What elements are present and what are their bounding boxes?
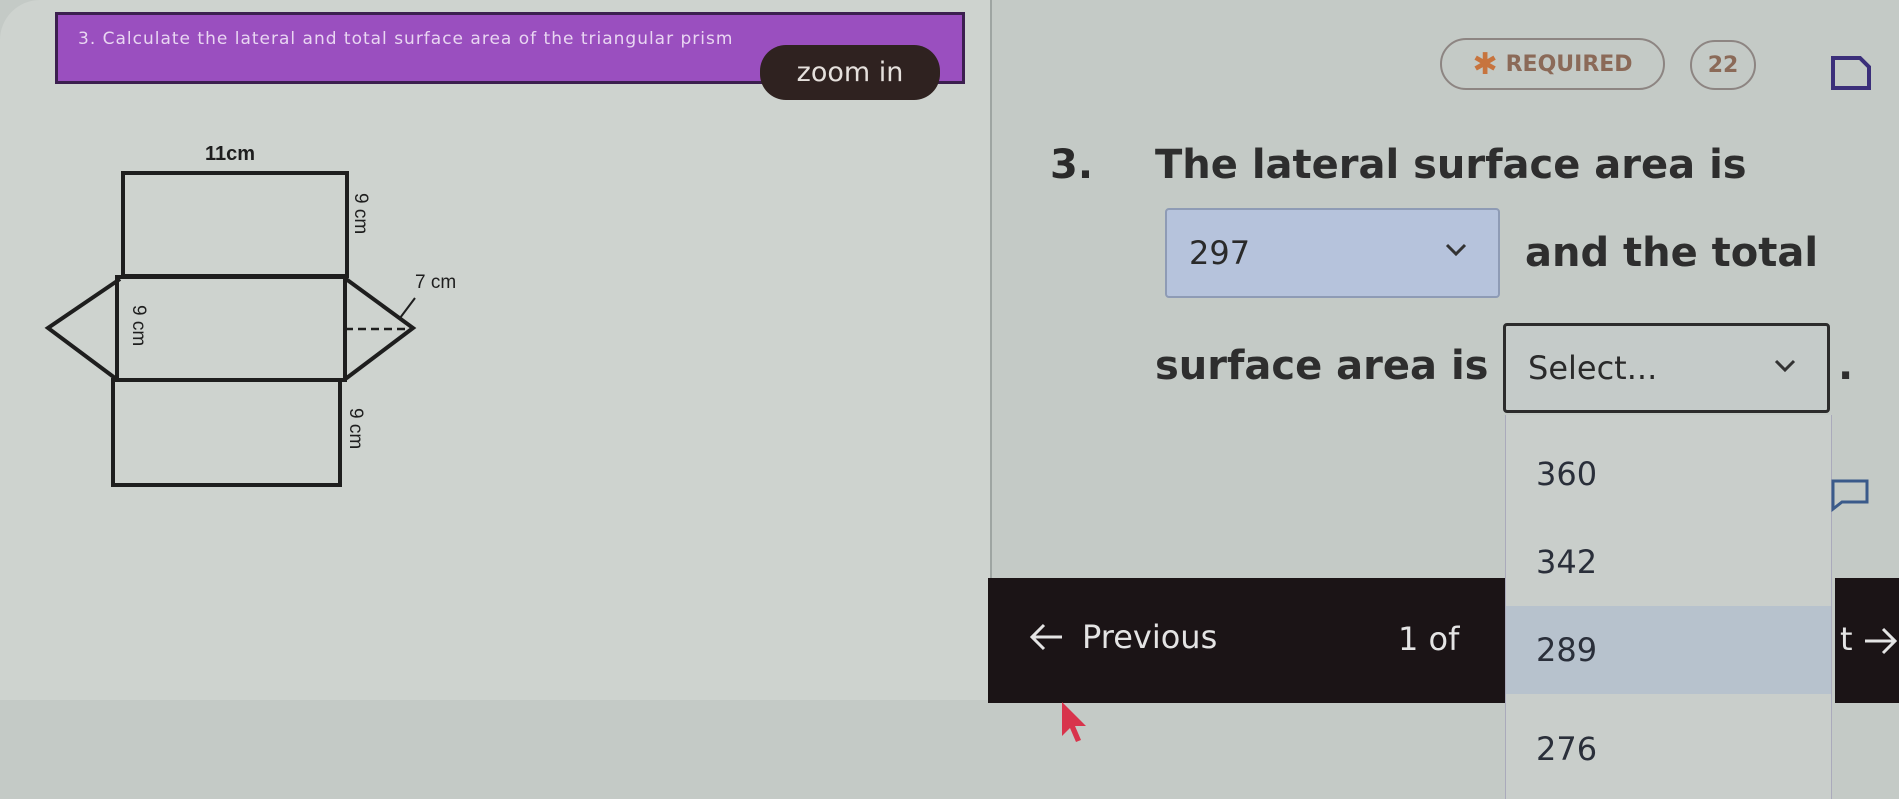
dropdown-value: Select... <box>1528 349 1658 387</box>
chevron-down-icon <box>1445 243 1467 257</box>
option-289[interactable]: 289 <box>1506 606 1831 694</box>
question-count-badge: 22 <box>1690 40 1756 90</box>
previous-label: Previous <box>1082 618 1218 656</box>
chevron-down-icon <box>1774 359 1796 373</box>
prism-net-diagram: 11cm 9 cm 7 cm 9 cm 9 cm <box>44 143 456 487</box>
question-number: 3. <box>1050 142 1094 188</box>
arrow-left-icon <box>1029 623 1062 651</box>
navigation-bar: Previous 1 of <box>988 578 1505 703</box>
asterisk-icon: ✱ <box>1472 46 1498 82</box>
required-badge: ✱ REQUIRED <box>1440 38 1665 90</box>
mouse-cursor-icon <box>1062 702 1086 742</box>
arrow-right-icon <box>1865 627 1898 655</box>
document-icon[interactable] <box>1830 55 1872 91</box>
question-end-period: . <box>1838 343 1854 389</box>
option-342[interactable]: 342 <box>1506 518 1831 606</box>
option-276[interactable]: 276 <box>1506 705 1831 793</box>
next-label: t <box>1840 620 1853 658</box>
label-side-bottom: 9 cm <box>345 408 366 449</box>
slant-pointer <box>399 297 416 319</box>
net-triangle-left <box>44 277 122 380</box>
required-label: REQUIRED <box>1505 51 1633 77</box>
total-area-dropdown[interactable]: Select... <box>1503 323 1830 413</box>
net-face-top <box>121 171 349 278</box>
net-face-middle <box>115 275 347 382</box>
question-media-panel: 3. Calculate the lateral and total surfa… <box>0 0 992 700</box>
previous-button[interactable]: Previous <box>1028 618 1217 656</box>
question-text-line1: The lateral surface area is <box>1155 142 1747 188</box>
lateral-area-dropdown[interactable]: 297 <box>1165 208 1500 298</box>
question-text-line2: and the total <box>1525 230 1819 276</box>
zoom-in-button[interactable]: zoom in <box>760 45 940 100</box>
label-side-top: 9 cm <box>350 193 371 234</box>
dropdown-value: 297 <box>1189 234 1251 272</box>
label-middle: 9 cm <box>128 305 149 346</box>
label-top: 11cm <box>205 143 255 165</box>
comment-icon[interactable] <box>1830 478 1870 512</box>
next-button[interactable]: t <box>1835 578 1899 703</box>
question-text-line3: surface area is <box>1155 343 1489 389</box>
label-slant: 7 cm <box>415 272 456 293</box>
total-area-options-list: 360 342 289 276 <box>1505 415 1832 799</box>
page-indicator[interactable]: 1 of <box>1398 620 1459 658</box>
option-360[interactable]: 360 <box>1506 430 1831 518</box>
net-face-bottom <box>111 378 342 487</box>
